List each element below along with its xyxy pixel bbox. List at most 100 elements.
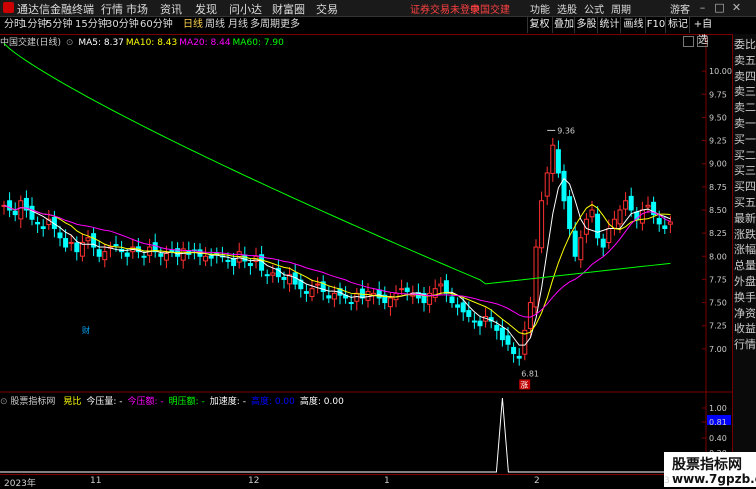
sub-tick-label: 1.00: [709, 404, 727, 413]
toolbar-button-5[interactable]: F10: [645, 17, 666, 33]
quote-row-0[interactable]: 委比: [734, 36, 756, 52]
watermark: 股票指标网 www.7gpzb.com: [664, 452, 756, 487]
indicator-settings-icon[interactable]: ⊙: [0, 397, 8, 407]
indicator-field-6: 高度: 0.00: [299, 397, 344, 407]
candle-body: [628, 195, 634, 211]
candle-body: [85, 237, 91, 242]
candle-body: [68, 241, 74, 244]
stock-link[interactable]: 中国交建: [470, 1, 510, 16]
toolbar-button-0[interactable]: 复权: [527, 17, 551, 33]
candle-body: [617, 209, 623, 225]
quote-row-13[interactable]: 涨幅: [734, 241, 756, 257]
candle-body: [567, 196, 573, 230]
indicator-field-2: 今压额: -: [127, 397, 164, 407]
quote-row-19[interactable]: 行情: [734, 336, 756, 352]
candle-body: [141, 255, 147, 258]
quote-row-12[interactable]: 涨跌: [734, 226, 756, 242]
candle-body: [544, 172, 550, 197]
period-tab-5[interactable]: 60分钟: [138, 17, 175, 33]
toolbar-button-1[interactable]: 叠加: [552, 17, 575, 33]
quote-row-18[interactable]: 收益: [734, 320, 756, 336]
candle-body: [124, 252, 130, 257]
close-icon[interactable]: ✕: [729, 0, 744, 15]
price-tick-label: 7.25: [709, 322, 727, 331]
quote-row-3[interactable]: 卖三: [734, 83, 756, 99]
quote-row-6[interactable]: 买一: [734, 131, 756, 147]
toolbar-button-7[interactable]: +自选: [689, 17, 716, 46]
quote-row-9[interactable]: 买四: [734, 178, 756, 194]
period-tab-6[interactable]: 日线: [181, 17, 205, 33]
candle-body: [477, 320, 483, 327]
quote-row-5[interactable]: 卖一: [734, 115, 756, 131]
candle-body: [359, 288, 365, 299]
menu-gongneng[interactable]: 功能: [530, 1, 550, 16]
price-tick-label: 9.25: [709, 137, 727, 146]
quote-row-11[interactable]: 最新: [734, 210, 756, 226]
x-axis-label-5: 3: [664, 476, 670, 486]
menu-shichang[interactable]: 市场: [126, 1, 148, 17]
quote-row-2[interactable]: 卖四: [734, 68, 756, 84]
candle-body: [471, 320, 477, 323]
toolbar-button-6[interactable]: 标记: [665, 17, 690, 33]
quote-row-10[interactable]: 买五: [734, 194, 756, 210]
candle-body: [533, 246, 539, 308]
candle-body: [354, 292, 360, 302]
chart-restore-icon[interactable]: [683, 36, 694, 47]
menu-jiaoyi[interactable]: 交易: [316, 1, 338, 17]
price-tick-label: 9.75: [709, 90, 727, 99]
price-tick-label: 8.00: [709, 252, 727, 261]
quote-row-4[interactable]: 卖二: [734, 99, 756, 115]
period-tab-8[interactable]: 月线: [226, 17, 250, 33]
candle-body: [443, 280, 449, 294]
toolbar-button-3[interactable]: 统计: [597, 17, 621, 33]
candle-body: [455, 304, 461, 308]
menu-gongshi[interactable]: 公式: [584, 1, 604, 16]
period-tab-4[interactable]: 30分钟: [104, 17, 141, 33]
menu-zhouqi[interactable]: 周期: [611, 1, 631, 16]
menu-wenxiaoda[interactable]: 问小达: [229, 1, 262, 17]
price-tick-label: 7.75: [709, 275, 727, 284]
candle-body: [662, 225, 668, 230]
price-tick-label: 8.25: [709, 229, 727, 238]
indicator-field-3: 明压额: -: [168, 397, 205, 407]
candle-body: [309, 288, 315, 297]
menu-zixun[interactable]: 资讯: [160, 1, 182, 17]
toolbar-button-4[interactable]: 画线: [620, 17, 646, 33]
high-label: 9.36: [557, 126, 575, 135]
quote-row-15[interactable]: 外盘: [734, 273, 756, 289]
candle-body: [18, 200, 24, 220]
menu-xuangu[interactable]: 选股: [557, 1, 577, 16]
candle-body: [63, 237, 69, 248]
user-label[interactable]: 游客: [670, 1, 690, 16]
candle-body: [466, 310, 472, 317]
x-axis-label-4: 2: [534, 476, 540, 486]
period-tab-7[interactable]: 周线: [203, 17, 227, 33]
candle-body: [270, 272, 276, 276]
candle-body: [225, 259, 231, 262]
menu-faxian[interactable]: 发现: [195, 1, 217, 17]
quote-row-16[interactable]: 换手: [734, 289, 756, 305]
quote-row-17[interactable]: 净资: [734, 305, 756, 321]
maximize-icon[interactable]: □: [712, 0, 727, 15]
price-tick-label: 8.75: [709, 183, 727, 192]
price-tick-label: 10.00: [709, 67, 732, 76]
candle-body: [555, 149, 561, 174]
candle-body: [516, 355, 522, 359]
price-tick-label: 8.50: [709, 206, 727, 215]
candle-body: [74, 242, 80, 253]
period-tab-9[interactable]: 多周期: [248, 17, 282, 33]
toolbar-button-2[interactable]: 多股: [574, 17, 598, 33]
candle-body: [505, 335, 511, 345]
menu-hangqing[interactable]: 行情: [101, 1, 123, 17]
kline-chart[interactable]: 10.00 9.75 9.50 9.25 9.00 8.75 8.50 8.25 8.00 7.7…: [0, 34, 732, 474]
menu-caifuquan[interactable]: 财富圈: [272, 1, 305, 17]
period-tab-10[interactable]: 更多: [278, 17, 302, 33]
period-tab-2[interactable]: 5分钟: [44, 17, 74, 33]
candle-body: [208, 255, 214, 259]
quote-row-8[interactable]: 买三: [734, 162, 756, 178]
minimize-icon[interactable]: –: [695, 0, 710, 15]
low-label: 6.81: [521, 369, 539, 378]
quote-row-7[interactable]: 买二: [734, 147, 756, 163]
quote-row-14[interactable]: 总量: [734, 257, 756, 273]
quote-row-1[interactable]: 卖五: [734, 52, 756, 68]
